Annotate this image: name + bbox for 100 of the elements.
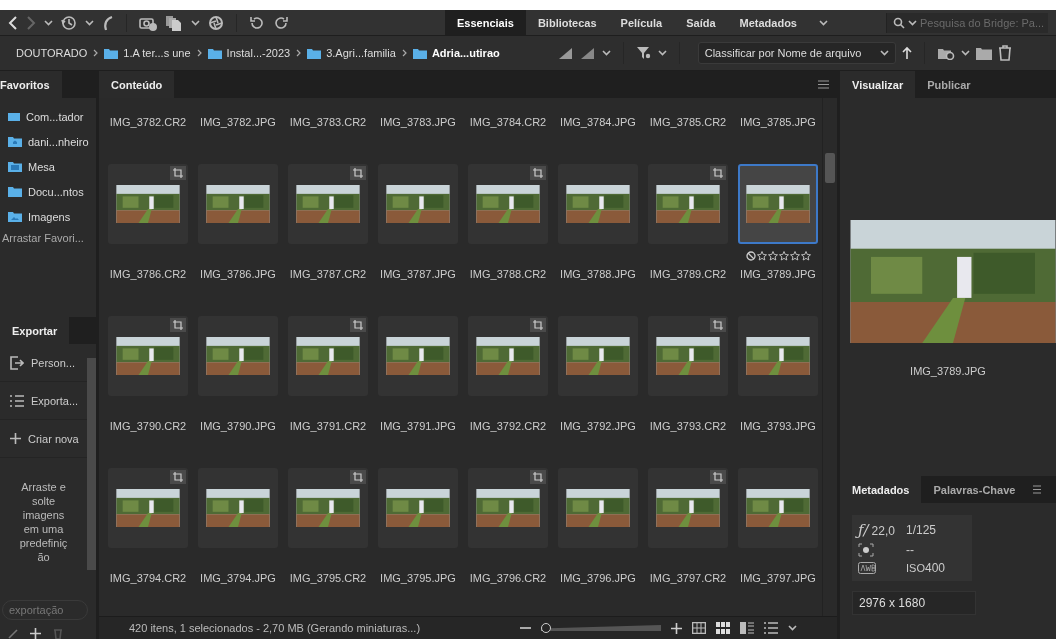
menu-icon[interactable] — [1033, 485, 1042, 494]
search-field[interactable]: Pesquisa do Bridge: Pa... — [886, 12, 1048, 33]
new-folder-icon[interactable] — [975, 46, 992, 60]
thumbnail-tile[interactable] — [558, 164, 638, 244]
thumbnail-tile[interactable] — [108, 468, 188, 548]
caret-icon[interactable] — [879, 50, 889, 56]
file-name: IMG_3785.CR2 — [649, 115, 727, 129]
star-icon[interactable] — [789, 251, 800, 261]
slider-thumb[interactable] — [540, 623, 551, 633]
caret-icon[interactable] — [85, 19, 94, 26]
list-view-icon[interactable] — [764, 622, 779, 634]
breadcrumb[interactable]: Adria...utirao — [412, 47, 500, 59]
workspace-tab[interactable]: Essenciais — [445, 10, 526, 35]
workspace-tab[interactable]: Bibliotecas — [525, 10, 609, 35]
clock-icon[interactable] — [61, 14, 77, 31]
thumbnail-tile[interactable] — [378, 164, 458, 244]
pencil-icon[interactable] — [8, 628, 18, 639]
filter-icon[interactable] — [635, 46, 652, 60]
workspace-tab[interactable]: Película — [608, 10, 675, 35]
star-icon[interactable] — [778, 251, 789, 261]
panel-tab[interactable]: Favoritos — [0, 71, 62, 98]
thumbnail-tile[interactable] — [468, 316, 548, 396]
thumbnail-tile[interactable] — [198, 468, 278, 548]
panel-tab[interactable]: Metadados — [840, 476, 922, 503]
favorite-item[interactable]: dani...nheiro — [0, 129, 96, 154]
favorite-item[interactable]: Mesa — [0, 154, 96, 179]
thumbnail-tile[interactable] — [108, 164, 188, 244]
copy-icon[interactable] — [165, 14, 183, 31]
menu-icon[interactable] — [818, 80, 829, 89]
star-rating[interactable] — [745, 248, 811, 264]
folder-clock-icon[interactable] — [936, 46, 955, 60]
caret-icon[interactable] — [908, 19, 917, 26]
file-name: IMG_3791.JPG — [380, 419, 456, 433]
caret-icon[interactable] — [657, 50, 667, 56]
thumbnail-tile[interactable] — [648, 316, 728, 396]
thumbnail-tile[interactable] — [108, 316, 188, 396]
star-icon[interactable] — [767, 251, 778, 261]
favorite-item[interactable]: Imagens — [0, 204, 96, 229]
caret-icon[interactable] — [601, 50, 611, 56]
image-dimensions: 2976 x 1680 — [852, 591, 976, 615]
thumbnail-tile[interactable] — [468, 164, 548, 244]
thumbnail-tile[interactable] — [378, 316, 458, 396]
aperture-icon[interactable] — [208, 14, 224, 31]
back-icon[interactable] — [8, 15, 18, 30]
photo-placeholder — [386, 185, 450, 223]
iso-value: 400 — [924, 561, 945, 575]
thumbnail-tile[interactable] — [288, 468, 368, 548]
breadcrumb[interactable]: 1.A ter...s une — [104, 47, 191, 59]
panel-tab[interactable]: Exportar — [0, 317, 70, 344]
caret-icon[interactable] — [960, 50, 970, 56]
breadcrumb[interactable]: 3.Agri...familia — [307, 47, 396, 59]
breadcrumb[interactable]: DOUTORADO — [16, 47, 88, 59]
caret-icon[interactable] — [788, 625, 798, 631]
rotate-right-icon[interactable] — [273, 14, 289, 31]
caret-icon[interactable] — [44, 19, 53, 26]
panel-tab[interactable]: Visualizar — [840, 71, 916, 98]
favorite-item[interactable]: Docu...ntos — [0, 179, 96, 204]
thumbnail-tile[interactable] — [558, 316, 638, 396]
rotate-left-icon[interactable] — [249, 14, 265, 31]
trash-icon[interactable] — [997, 45, 1012, 61]
file-name: IMG_3782.CR2 — [109, 115, 187, 129]
thumbnail-view-icon[interactable] — [716, 622, 731, 634]
thumbnail-tile[interactable] — [558, 468, 638, 548]
star-filter-icon[interactable] — [579, 46, 596, 60]
thumbnail-tile[interactable] — [468, 468, 548, 548]
favorite-item[interactable]: Com...tador — [0, 104, 96, 129]
thumbnail-tile[interactable] — [288, 316, 368, 396]
caret-icon[interactable] — [191, 19, 200, 26]
file-name: IMG_3788.CR2 — [469, 267, 547, 281]
plus-icon[interactable] — [30, 628, 41, 639]
panel-tab[interactable]: Conteúdo — [99, 71, 175, 98]
star-icon[interactable] — [756, 251, 767, 261]
details-view-icon[interactable] — [740, 622, 755, 634]
thumbnail-tile[interactable] — [198, 316, 278, 396]
thumbnail-tile[interactable] — [738, 468, 818, 548]
workspace-tab[interactable]: Metadados — [727, 10, 809, 35]
thumbnail-tile[interactable] — [738, 164, 818, 244]
thumbnail-size-slider[interactable] — [541, 623, 662, 633]
breadcrumb[interactable]: Instal...-2023 — [207, 47, 291, 59]
star-filter-icon[interactable] — [557, 46, 574, 60]
thumbnail-tile[interactable] — [198, 164, 278, 244]
thumbnail-tile[interactable] — [648, 164, 728, 244]
grid-icon[interactable] — [692, 622, 707, 634]
scrollbar[interactable] — [822, 98, 837, 616]
panel-tab[interactable]: Publicar — [915, 71, 983, 98]
panel-tab[interactable]: Palavras-Chave — [921, 476, 1028, 503]
export-search-field[interactable]: exportação — [2, 600, 88, 620]
thumbnail-tile[interactable] — [738, 316, 818, 396]
boomerang-icon[interactable] — [102, 14, 114, 31]
minus-icon[interactable] — [520, 627, 532, 629]
thumbnail-tile[interactable] — [648, 468, 728, 548]
thumbnail-tile[interactable] — [288, 164, 368, 244]
thumbnail-tile[interactable] — [378, 468, 458, 548]
sort-ascending-icon[interactable] — [901, 46, 912, 60]
sort-dropdown[interactable]: Classificar por Nome de arquivo — [697, 42, 896, 64]
workspace-menu-icon[interactable] — [819, 19, 828, 26]
plus-icon[interactable] — [671, 622, 683, 634]
star-icon[interactable] — [800, 251, 811, 261]
reject-icon[interactable] — [745, 251, 756, 261]
workspace-tab[interactable]: Saída — [674, 10, 728, 35]
